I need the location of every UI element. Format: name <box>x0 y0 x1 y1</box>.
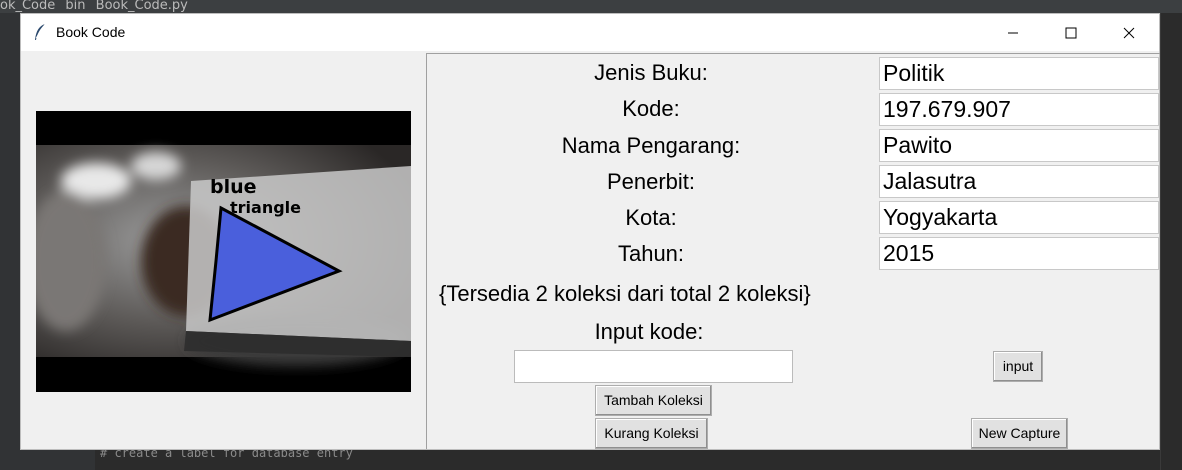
label-kode: Kode: <box>622 96 680 121</box>
maximize-button[interactable] <box>1048 14 1094 51</box>
camera-feed: blue triangle <box>36 111 411 392</box>
window-title: Book Code <box>56 24 126 40</box>
label-jenis-buku: Jenis Buku: <box>594 60 708 85</box>
code-input[interactable] <box>514 350 793 383</box>
ide-gutter <box>0 13 20 470</box>
feather-icon <box>35 23 46 40</box>
camera-image: blue triangle <box>36 111 411 392</box>
close-button[interactable] <box>1106 14 1152 51</box>
book-info-panel: Jenis Buku: Politik Kode: 197.679.907 Na… <box>426 53 1160 449</box>
label-nama-pengarang: Nama Pengarang: <box>561 133 741 158</box>
value-jenis-buku: Politik <box>879 57 1159 90</box>
input-button[interactable]: input <box>993 351 1043 382</box>
new-capture-button[interactable]: New Capture <box>971 418 1068 449</box>
title-bar[interactable]: Book Code <box>21 14 1159 51</box>
input-code-label: Input kode: <box>594 319 704 344</box>
value-nama-pengarang: Pawito <box>879 129 1159 162</box>
label-kota: Kota: <box>625 205 677 230</box>
availability-status: {Tersedia 2 koleksi dari total 2 koleksi… <box>439 281 811 306</box>
maximize-icon <box>1065 27 1077 38</box>
app-window: Book Code blue triangle Jenis Buku: Poli… <box>20 13 1160 450</box>
value-penerbit: Jalasutra <box>879 165 1159 198</box>
close-icon <box>1123 27 1135 38</box>
window-content: blue triangle Jenis Buku: Politik Kode: … <box>21 51 1160 449</box>
label-tahun: Tahun: <box>617 241 685 266</box>
breadcrumb-folder[interactable]: bin <box>65 0 85 13</box>
ide-scroll-area <box>1160 13 1182 470</box>
value-kota: Yogyakarta <box>879 201 1159 234</box>
breadcrumb-file[interactable]: Book_Code.py <box>96 0 188 13</box>
shape-color-label: blue <box>210 176 257 198</box>
ide-breadcrumb: ok_Code bin Book_Code.py <box>0 0 1182 13</box>
shape-type-label: triangle <box>230 198 301 217</box>
add-collection-button[interactable]: Tambah Koleksi <box>595 385 712 416</box>
value-tahun: 2015 <box>879 237 1159 270</box>
minimize-button[interactable] <box>990 14 1036 51</box>
remove-collection-button[interactable]: Kurang Koleksi <box>595 418 708 449</box>
minimize-icon <box>1008 32 1018 33</box>
ide-line-gutter <box>20 448 95 470</box>
ide-code-line: # create a label for database entry <box>100 448 353 460</box>
label-penerbit: Penerbit: <box>606 169 696 194</box>
value-kode: 197.679.907 <box>879 93 1159 126</box>
breadcrumb-project[interactable]: ok_Code <box>0 0 55 13</box>
